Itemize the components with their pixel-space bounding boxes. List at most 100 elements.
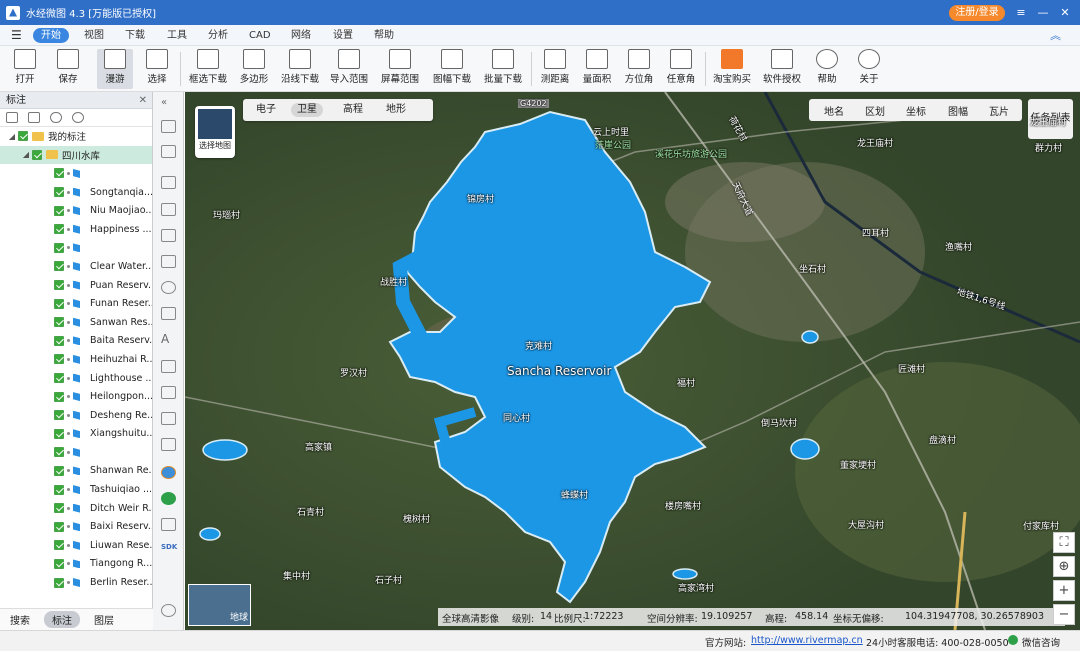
link-coordinate[interactable]: 坐标: [906, 103, 926, 118]
hand-icon[interactable]: [161, 120, 176, 133]
menu-download[interactable]: 下载: [125, 28, 145, 43]
sector-icon[interactable]: [161, 307, 176, 320]
folder-icon[interactable]: [28, 112, 40, 123]
list-item[interactable]: Baita Reserv...: [0, 332, 152, 351]
pin-icon[interactable]: [161, 176, 176, 189]
open-button[interactable]: 打开: [8, 49, 42, 89]
list-item[interactable]: Xiangshuitu...: [0, 425, 152, 444]
list-item[interactable]: Shanwan Re...: [0, 462, 152, 481]
globe-icon[interactable]: [161, 466, 176, 479]
polygon-icon[interactable]: [161, 229, 176, 242]
tab-layers[interactable]: 图层: [94, 612, 114, 627]
tab-search[interactable]: 搜索: [10, 612, 30, 627]
checkbox[interactable]: [54, 224, 64, 235]
checkbox[interactable]: [54, 410, 64, 421]
checkbox[interactable]: [54, 298, 64, 309]
zoom-in-button[interactable]: +: [1053, 580, 1075, 601]
minimize-icon[interactable]: —: [1034, 4, 1052, 22]
checkbox[interactable]: [54, 428, 64, 439]
link-placename[interactable]: 地名: [824, 103, 844, 118]
globe-overview[interactable]: 地球: [188, 584, 251, 626]
list-item[interactable]: Tashuiqiao ...: [0, 480, 152, 499]
tool-icon[interactable]: [161, 412, 176, 425]
tab-annotation[interactable]: 标注: [44, 611, 80, 628]
list-item[interactable]: [0, 164, 152, 183]
checkbox[interactable]: [54, 447, 64, 458]
line-download-button[interactable]: 沿线下载: [280, 49, 320, 89]
link-tile[interactable]: 瓦片: [989, 103, 1009, 118]
list-item[interactable]: Funan Reser...: [0, 294, 152, 313]
sdk-icon[interactable]: SDK: [161, 543, 177, 556]
list-item[interactable]: Niu Maojiao...: [0, 201, 152, 220]
checkbox[interactable]: [54, 354, 64, 365]
map-view[interactable]: 选择地图 电子 卫星 高程 地形 地名 区划 坐标 图幅 瓦片 任务列表 G42…: [185, 92, 1080, 630]
sheet-download-button[interactable]: 图幅下载: [430, 49, 474, 89]
box-download-button[interactable]: 框选下载: [188, 49, 228, 89]
list-item[interactable]: Heihuzhai R...: [0, 350, 152, 369]
cloud-icon[interactable]: [50, 112, 62, 123]
measure-icon[interactable]: [161, 438, 176, 451]
checkbox[interactable]: [54, 391, 64, 402]
checkbox[interactable]: [54, 242, 64, 253]
menu-settings[interactable]: 设置: [333, 28, 353, 43]
rectangle-icon[interactable]: [161, 255, 176, 268]
login-button[interactable]: 注册/登录: [949, 5, 1005, 21]
tree-root[interactable]: ◢ 我的标注: [0, 127, 152, 146]
hamburger-icon[interactable]: ☰: [11, 28, 22, 43]
save-button[interactable]: 保存: [52, 49, 84, 89]
list-item[interactable]: [0, 443, 152, 462]
list-item[interactable]: [0, 239, 152, 258]
checkbox[interactable]: [54, 484, 64, 495]
list-item[interactable]: Puan Reserv...: [0, 276, 152, 295]
screen-extent-button[interactable]: 屏幕范围: [380, 49, 420, 89]
polyline-icon[interactable]: [161, 203, 176, 216]
help-icon[interactable]: [161, 604, 176, 617]
license-button[interactable]: 软件授权: [762, 49, 802, 89]
list-item[interactable]: Clear Water...: [0, 257, 152, 276]
batch-download-button[interactable]: 批量下载: [483, 49, 523, 89]
angle-button[interactable]: 任意角: [664, 49, 698, 89]
list-item[interactable]: Desheng Re...: [0, 406, 152, 425]
expand-icon[interactable]: ◢: [20, 150, 32, 159]
menu-dropdown-icon[interactable]: ≡: [1012, 4, 1030, 22]
circle-icon[interactable]: [161, 281, 176, 294]
menu-start[interactable]: 开始: [33, 28, 69, 43]
checkbox[interactable]: [54, 205, 64, 216]
fullscreen-icon[interactable]: ⛶: [1053, 532, 1075, 553]
list-item[interactable]: Liuwan Rese...: [0, 536, 152, 555]
checkbox[interactable]: [54, 465, 64, 476]
menu-help[interactable]: 帮助: [374, 28, 394, 43]
cursor-icon[interactable]: [161, 145, 176, 158]
polygon-button[interactable]: 多边形: [237, 49, 271, 89]
select-button[interactable]: 选择: [141, 49, 173, 89]
search-icon[interactable]: [72, 112, 84, 123]
checkbox[interactable]: [54, 558, 64, 569]
menu-network[interactable]: 网络: [291, 28, 311, 43]
tab-satellite[interactable]: 卫星: [291, 103, 323, 117]
building-icon[interactable]: [161, 360, 176, 373]
music-icon[interactable]: [161, 492, 176, 505]
link-division[interactable]: 区划: [865, 103, 885, 118]
taobao-buy-button[interactable]: 淘宝购买: [712, 49, 752, 89]
checkbox[interactable]: [54, 261, 64, 272]
checkbox[interactable]: [54, 577, 64, 588]
menu-view[interactable]: 视图: [84, 28, 104, 43]
wechat-consult-button[interactable]: 微信咨询: [1022, 635, 1060, 649]
checkbox[interactable]: [18, 131, 28, 142]
help-button[interactable]: 帮助: [812, 49, 842, 89]
collapse-left-icon[interactable]: «: [161, 97, 176, 110]
new-annotation-icon[interactable]: [6, 112, 18, 123]
about-button[interactable]: 关于: [854, 49, 884, 89]
expand-icon[interactable]: ◢: [6, 132, 18, 141]
checkbox[interactable]: [54, 540, 64, 551]
text-icon[interactable]: A: [161, 332, 176, 346]
checkbox[interactable]: [54, 521, 64, 532]
list-item[interactable]: Berlin Reser...: [0, 573, 152, 592]
road-icon[interactable]: [161, 386, 176, 399]
list-item[interactable]: Sanwan Res...: [0, 313, 152, 332]
phone-icon[interactable]: [161, 518, 176, 531]
locate-icon[interactable]: ⊕: [1053, 556, 1075, 577]
close-icon[interactable]: ✕: [1056, 4, 1074, 22]
select-map-button[interactable]: 选择地图: [195, 106, 235, 158]
list-item[interactable]: Heilongpon...: [0, 387, 152, 406]
